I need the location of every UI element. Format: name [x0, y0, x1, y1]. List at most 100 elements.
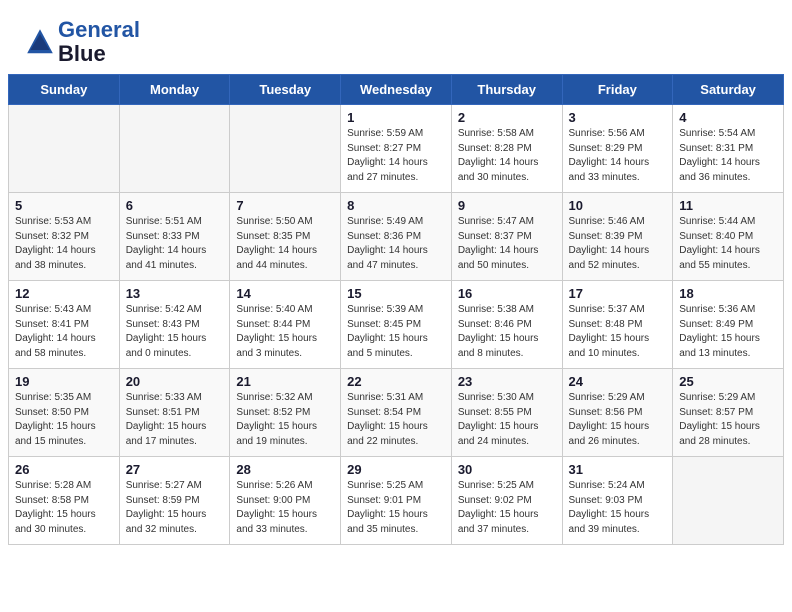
calendar-cell: 7 Sunrise: 5:50 AM Sunset: 8:35 PM Daylig… — [230, 193, 341, 281]
day-info: Sunrise: 5:50 AM Sunset: 8:35 PM Dayligh… — [236, 215, 334, 273]
day-info: Sunrise: 5:30 AM Sunset: 8:55 PM Dayligh… — [458, 391, 556, 449]
logo: GeneralBlue — [24, 18, 140, 66]
calendar-cell: 13Sunrise: 5:42 AM Sunset: 8:43 PM Dayli… — [119, 281, 230, 369]
day-number: 7 — [236, 198, 334, 213]
day-info: Sunrise: 5:33 AM Sunset: 8:51 PM Dayligh… — [126, 391, 224, 449]
day-info: Sunrise: 5:43 AM Sunset: 8:41 PM Dayligh… — [15, 303, 113, 361]
day-number: 17 — [569, 286, 667, 301]
day-number: 27 — [126, 462, 224, 477]
day-number: 16 — [458, 286, 556, 301]
day-number: 28 — [236, 462, 334, 477]
day-info: Sunrise: 5:27 AM Sunset: 8:59 PM Dayligh… — [126, 479, 224, 537]
calendar-cell: 12 Sunrise: 5:43 AM Sunset: 8:41 PM Dayli… — [9, 281, 120, 369]
day-number: 4 — [679, 110, 777, 125]
calendar-cell: 31 Sunrise: 5:24 AM Sunset: 9:03 PM Dayli… — [562, 457, 673, 545]
day-info: Sunrise: 5:56 AM Sunset: 8:29 PM Dayligh… — [569, 127, 667, 185]
day-number: 12 — [15, 286, 113, 301]
calendar-cell: 5 Sunrise: 5:53 AM Sunset: 8:32 PM Daylig… — [9, 193, 120, 281]
week-row-3: 12 Sunrise: 5:43 AM Sunset: 8:41 PM Dayli… — [9, 281, 784, 369]
day-number: 10 — [569, 198, 667, 213]
day-info: Sunrise: 5:29 AM Sunset: 8:57 PM Dayligh… — [679, 391, 777, 449]
day-number: 6 — [126, 198, 224, 213]
calendar-cell — [230, 105, 341, 193]
day-number: 8 — [347, 198, 445, 213]
day-info: Sunrise: 5:28 AM Sunset: 8:58 PM Dayligh… — [15, 479, 113, 537]
calendar-cell: 16 Sunrise: 5:38 AM Sunset: 8:46 PM Dayli… — [451, 281, 562, 369]
day-info: Sunrise: 5:38 AM Sunset: 8:46 PM Dayligh… — [458, 303, 556, 361]
day-number: 24 — [569, 374, 667, 389]
day-number: 15 — [347, 286, 445, 301]
calendar-cell: 26 Sunrise: 5:28 AM Sunset: 8:58 PM Dayli… — [9, 457, 120, 545]
day-info: Sunrise: 5:51 AM Sunset: 8:33 PM Dayligh… — [126, 215, 224, 273]
calendar-cell: 22 Sunrise: 5:31 AM Sunset: 8:54 PM Dayli… — [341, 369, 452, 457]
day-info: Sunrise: 5:39 AM Sunset: 8:45 PM Dayligh… — [347, 303, 445, 361]
calendar-cell: 27 Sunrise: 5:27 AM Sunset: 8:59 PM Dayli… — [119, 457, 230, 545]
logo-icon — [24, 26, 56, 58]
calendar-cell: 23 Sunrise: 5:30 AM Sunset: 8:55 PM Dayli… — [451, 369, 562, 457]
day-info: Sunrise: 5:59 AM Sunset: 8:27 PM Dayligh… — [347, 127, 445, 185]
day-info: Sunrise: 5:40 AM Sunset: 8:44 PM Dayligh… — [236, 303, 334, 361]
calendar-cell: 19Sunrise: 5:35 AM Sunset: 8:50 PM Dayli… — [9, 369, 120, 457]
calendar-cell: 25 Sunrise: 5:29 AM Sunset: 8:57 PM Dayli… — [673, 369, 784, 457]
calendar-cell: 3Sunrise: 5:56 AM Sunset: 8:29 PM Daylig… — [562, 105, 673, 193]
day-info: Sunrise: 5:49 AM Sunset: 8:36 PM Dayligh… — [347, 215, 445, 273]
calendar-wrapper: SundayMondayTuesdayWednesdayThursdayFrid… — [0, 74, 792, 553]
calendar-cell: 21Sunrise: 5:32 AM Sunset: 8:52 PM Dayli… — [230, 369, 341, 457]
calendar-cell: 17 Sunrise: 5:37 AM Sunset: 8:48 PM Dayli… — [562, 281, 673, 369]
calendar-cell: 2Sunrise: 5:58 AM Sunset: 8:28 PM Daylig… — [451, 105, 562, 193]
day-info: Sunrise: 5:26 AM Sunset: 9:00 PM Dayligh… — [236, 479, 334, 537]
day-info: Sunrise: 5:24 AM Sunset: 9:03 PM Dayligh… — [569, 479, 667, 537]
calendar-cell — [9, 105, 120, 193]
weekday-wednesday: Wednesday — [341, 75, 452, 105]
day-number: 11 — [679, 198, 777, 213]
week-row-1: 1 Sunrise: 5:59 AM Sunset: 8:27 PM Daylig… — [9, 105, 784, 193]
day-info: Sunrise: 5:29 AM Sunset: 8:56 PM Dayligh… — [569, 391, 667, 449]
day-info: Sunrise: 5:46 AM Sunset: 8:39 PM Dayligh… — [569, 215, 667, 273]
calendar-cell: 11Sunrise: 5:44 AM Sunset: 8:40 PM Dayli… — [673, 193, 784, 281]
calendar-cell: 29 Sunrise: 5:25 AM Sunset: 9:01 PM Dayli… — [341, 457, 452, 545]
day-info: Sunrise: 5:25 AM Sunset: 9:01 PM Dayligh… — [347, 479, 445, 537]
calendar-cell: 30 Sunrise: 5:25 AM Sunset: 9:02 PM Dayli… — [451, 457, 562, 545]
day-number: 30 — [458, 462, 556, 477]
week-row-4: 19Sunrise: 5:35 AM Sunset: 8:50 PM Dayli… — [9, 369, 784, 457]
day-number: 23 — [458, 374, 556, 389]
day-number: 9 — [458, 198, 556, 213]
calendar-cell — [119, 105, 230, 193]
day-info: Sunrise: 5:37 AM Sunset: 8:48 PM Dayligh… — [569, 303, 667, 361]
day-number: 29 — [347, 462, 445, 477]
weekday-header-row: SundayMondayTuesdayWednesdayThursdayFrid… — [9, 75, 784, 105]
weekday-saturday: Saturday — [673, 75, 784, 105]
day-number: 20 — [126, 374, 224, 389]
day-info: Sunrise: 5:36 AM Sunset: 8:49 PM Dayligh… — [679, 303, 777, 361]
day-number: 1 — [347, 110, 445, 125]
day-number: 19 — [15, 374, 113, 389]
week-row-2: 5 Sunrise: 5:53 AM Sunset: 8:32 PM Daylig… — [9, 193, 784, 281]
weekday-friday: Friday — [562, 75, 673, 105]
calendar-cell: 15 Sunrise: 5:39 AM Sunset: 8:45 PM Dayli… — [341, 281, 452, 369]
day-number: 22 — [347, 374, 445, 389]
day-number: 25 — [679, 374, 777, 389]
calendar-cell: 10 Sunrise: 5:46 AM Sunset: 8:39 PM Dayli… — [562, 193, 673, 281]
calendar-cell: 8 Sunrise: 5:49 AM Sunset: 8:36 PM Daylig… — [341, 193, 452, 281]
day-number: 31 — [569, 462, 667, 477]
page-header: GeneralBlue — [0, 0, 792, 74]
calendar-cell — [673, 457, 784, 545]
week-row-5: 26 Sunrise: 5:28 AM Sunset: 8:58 PM Dayli… — [9, 457, 784, 545]
calendar-cell: 14 Sunrise: 5:40 AM Sunset: 8:44 PM Dayli… — [230, 281, 341, 369]
calendar-cell: 18 Sunrise: 5:36 AM Sunset: 8:49 PM Dayli… — [673, 281, 784, 369]
day-info: Sunrise: 5:31 AM Sunset: 8:54 PM Dayligh… — [347, 391, 445, 449]
calendar-cell: 4Sunrise: 5:54 AM Sunset: 8:31 PM Daylig… — [673, 105, 784, 193]
day-info: Sunrise: 5:53 AM Sunset: 8:32 PM Dayligh… — [15, 215, 113, 273]
calendar-cell: 1 Sunrise: 5:59 AM Sunset: 8:27 PM Daylig… — [341, 105, 452, 193]
day-info: Sunrise: 5:58 AM Sunset: 8:28 PM Dayligh… — [458, 127, 556, 185]
calendar-cell: 6 Sunrise: 5:51 AM Sunset: 8:33 PM Daylig… — [119, 193, 230, 281]
day-number: 26 — [15, 462, 113, 477]
calendar-cell: 20 Sunrise: 5:33 AM Sunset: 8:51 PM Dayli… — [119, 369, 230, 457]
day-number: 5 — [15, 198, 113, 213]
weekday-monday: Monday — [119, 75, 230, 105]
day-info: Sunrise: 5:25 AM Sunset: 9:02 PM Dayligh… — [458, 479, 556, 537]
day-info: Sunrise: 5:47 AM Sunset: 8:37 PM Dayligh… — [458, 215, 556, 273]
weekday-tuesday: Tuesday — [230, 75, 341, 105]
day-number: 14 — [236, 286, 334, 301]
day-number: 18 — [679, 286, 777, 301]
